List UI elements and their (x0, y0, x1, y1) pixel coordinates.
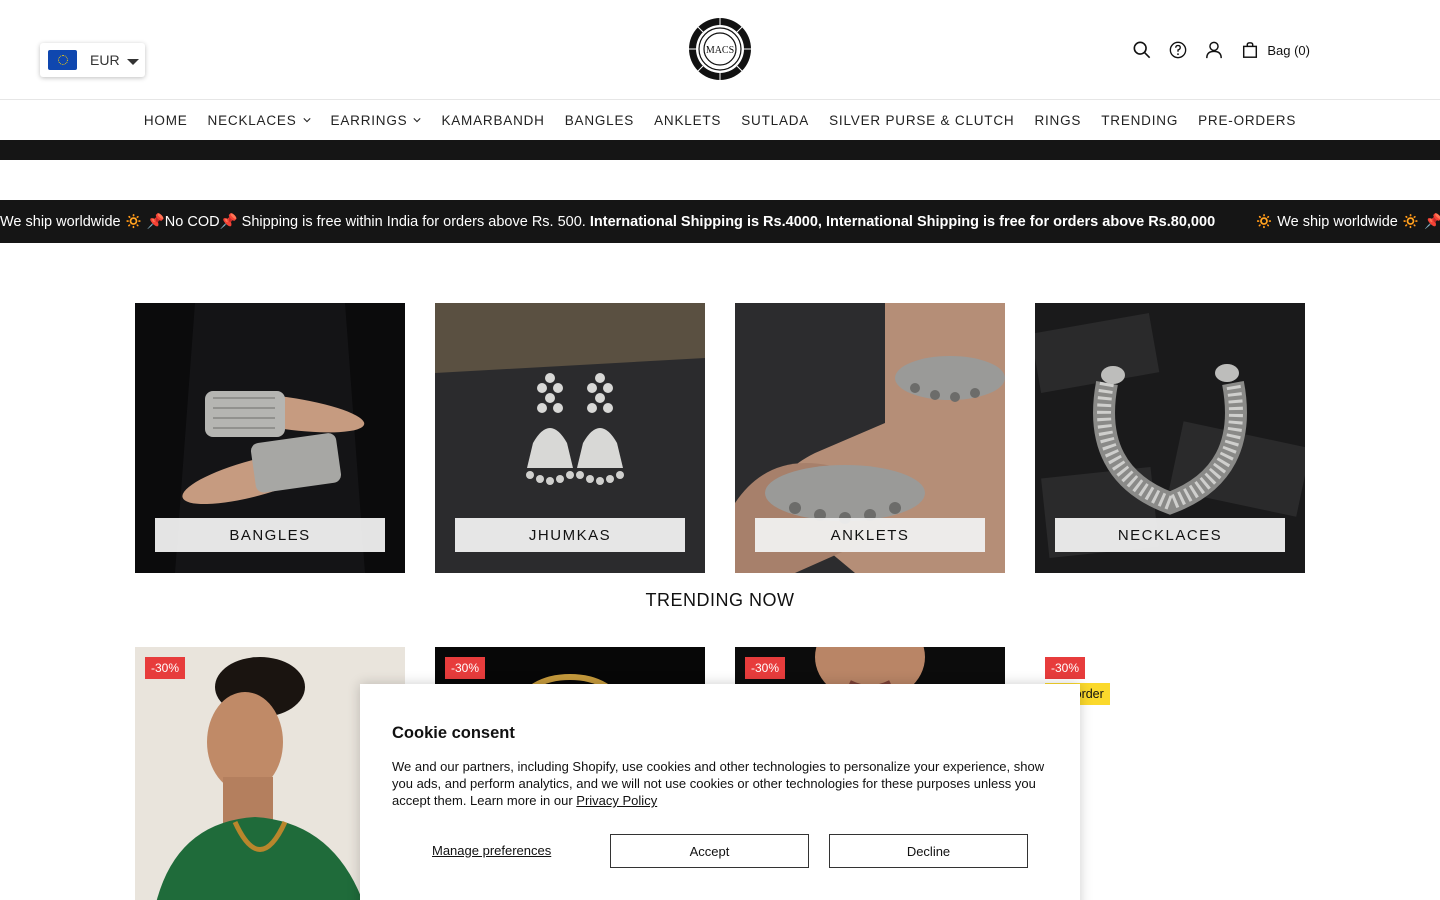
brand-logo[interactable]: MACS (688, 17, 752, 81)
discount-badge: -30% (1045, 657, 1086, 679)
announcement-text: We ship worldwide 🔅 📌No COD📌 Shipping is… (0, 214, 1216, 230)
category-label: BANGLES (155, 518, 385, 552)
eu-flag-icon (48, 50, 77, 70)
category-tile-bangles[interactable]: BANGLES (135, 303, 405, 573)
nav-item-trending[interactable]: TRENDING (1091, 100, 1188, 140)
cookie-message: We and our partners, including Shopify, … (392, 759, 1045, 808)
chevron-down-icon (413, 118, 422, 123)
privacy-policy-link[interactable]: Privacy Policy (576, 793, 657, 808)
nav-item-sutlada[interactable]: SUTLADA (731, 100, 819, 140)
category-label: JHUMKAS (455, 518, 685, 552)
nav-item-bangles[interactable]: BANGLES (555, 100, 644, 140)
discount-badge: -30% (445, 657, 486, 679)
nav-item-earrings[interactable]: EARRINGS (321, 100, 432, 140)
cookie-consent-dialog: Cookie consent We and our partners, incl… (360, 684, 1080, 900)
decline-button[interactable]: Decline (829, 834, 1028, 868)
discount-badge: -30% (145, 657, 186, 679)
nav-item-necklaces[interactable]: NECKLACES (198, 100, 321, 140)
dark-banner-strip (0, 140, 1440, 160)
nav-item-home[interactable]: HOME (134, 100, 198, 140)
header-actions: Bag (0) (1133, 38, 1310, 62)
nav-item-silver-purse-clutch[interactable]: SILVER PURSE & CLUTCH (819, 100, 1024, 140)
category-tile-jhumkas[interactable]: JHUMKAS (435, 303, 705, 573)
accept-button[interactable]: Accept (610, 834, 809, 868)
currency-code: EUR (90, 52, 120, 68)
category-tile-necklaces[interactable]: NECKLACES (1035, 303, 1305, 573)
discount-badge: -30% (745, 657, 786, 679)
nav-item-kamarbandh[interactable]: KAMARBANDH (431, 100, 554, 140)
manage-preferences-link[interactable]: Manage preferences (432, 843, 551, 858)
announcement-bar: We ship worldwide 🔅 📌No COD📌 Shipping is… (0, 200, 1440, 243)
nav-item-anklets[interactable]: ANKLETS (644, 100, 731, 140)
account-icon[interactable] (1205, 41, 1223, 59)
shopping-bag-icon (1243, 42, 1258, 58)
category-tile-anklets[interactable]: ANKLETS (735, 303, 1005, 573)
svg-text:MACS: MACS (706, 45, 734, 56)
cookie-title: Cookie consent (392, 724, 515, 742)
nav-item-pre-orders[interactable]: PRE-ORDERS (1188, 100, 1306, 140)
category-label: NECKLACES (1055, 518, 1285, 552)
main-navigation: HOME NECKLACES EARRINGS KAMARBANDH BANGL… (0, 100, 1440, 140)
chevron-down-icon (302, 118, 311, 123)
trending-now-heading: TRENDING NOW (645, 590, 795, 610)
nav-item-rings[interactable]: RINGS (1024, 100, 1091, 140)
announcement-text-repeat: 🔅 We ship worldwide 🔅 📌No C (1255, 214, 1440, 230)
category-grid: BANGLES JHUMKAS ANKLETS NECKLACES (135, 303, 1305, 573)
bag-button[interactable]: Bag (0) (1241, 41, 1310, 59)
category-label: ANKLETS (755, 518, 985, 552)
search-icon[interactable] (1133, 41, 1151, 59)
caret-down-icon (126, 58, 139, 65)
help-icon[interactable] (1169, 41, 1187, 59)
site-header: EUR MACS Bag (0) (0, 0, 1440, 100)
currency-selector[interactable]: EUR (40, 43, 145, 77)
bag-label: Bag (0) (1267, 42, 1310, 58)
announcement-track: We ship worldwide 🔅 📌No COD📌 Shipping is… (0, 200, 1440, 243)
